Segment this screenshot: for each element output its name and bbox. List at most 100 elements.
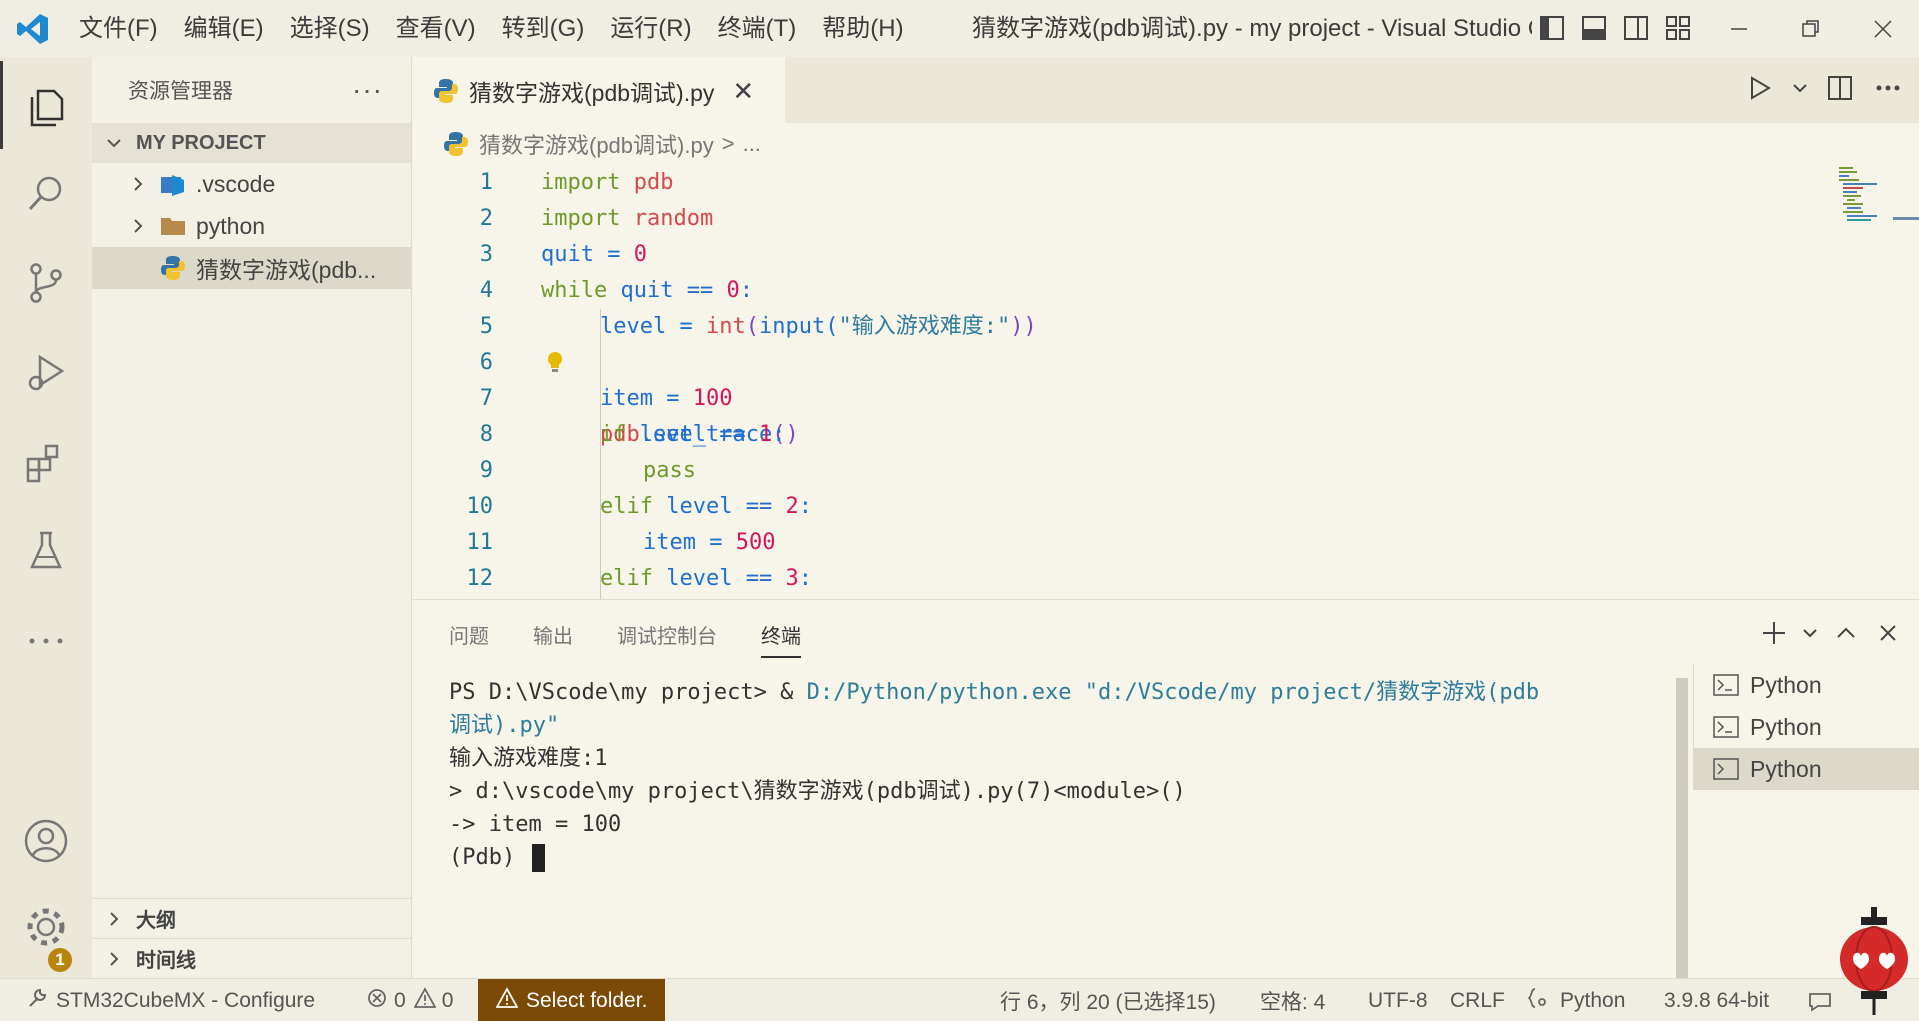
code-line: 4 while quit == 0:	[479, 278, 753, 303]
terminal-instance[interactable]: Python	[1694, 706, 1919, 748]
tree-item-game-file[interactable]: 猜数字游戏(pdb...	[92, 247, 411, 289]
menu-view[interactable]: 查看(V)	[383, 0, 489, 57]
terminal-scrollbar[interactable]	[1676, 678, 1688, 978]
toggle-panel-icon[interactable]	[1578, 12, 1610, 44]
terminal-icon	[1712, 672, 1740, 698]
menu-selection[interactable]: 选择(S)	[277, 0, 383, 57]
status-bar: STM32CubeMX - Configure 0 0 Select folde…	[0, 978, 1919, 1021]
terminal-icon	[1712, 756, 1740, 782]
code-line: 1 import pdb	[479, 170, 674, 195]
menu-terminal[interactable]: 终端(T)	[705, 0, 810, 57]
terminal-instance[interactable]: Python	[1694, 664, 1919, 706]
tab-terminal[interactable]: 终端	[761, 622, 801, 658]
search-icon[interactable]	[0, 149, 92, 237]
terminal-line: PS D:\VScode\my project> & D:/Python/pyt…	[449, 680, 1540, 705]
terminal-dropdown-icon[interactable]	[1801, 618, 1819, 648]
close-tab-icon[interactable]: ✕	[732, 76, 754, 107]
minimap[interactable]	[1837, 165, 1893, 225]
extensions-icon[interactable]	[0, 419, 92, 507]
run-debug-icon[interactable]	[0, 329, 92, 417]
close-panel-icon[interactable]	[1873, 618, 1903, 648]
terminal-prompt-line: (Pdb)	[449, 841, 1729, 874]
menu-help[interactable]: 帮助(H)	[809, 0, 916, 57]
tree-item-python[interactable]: python	[92, 205, 411, 247]
stm32-configure[interactable]: STM32CubeMX - Configure	[26, 979, 315, 1021]
warning-icon	[413, 986, 437, 1015]
code-line: 7 item = 100	[479, 386, 733, 411]
minimize-icon[interactable]	[1703, 0, 1775, 57]
folder-icon	[160, 213, 186, 239]
problems-status[interactable]: 0 0	[366, 979, 453, 1021]
encoding-status[interactable]: UTF-8	[1368, 979, 1428, 1021]
wrench-icon	[26, 987, 48, 1015]
python-interpreter[interactable]: 3.9.8 64-bit	[1664, 979, 1769, 1021]
manage-badge: 1	[46, 946, 74, 974]
explorer-icon[interactable]	[0, 61, 92, 149]
terminal-icon	[1712, 714, 1740, 740]
code-line: 2 import random	[479, 206, 714, 231]
chevron-right-icon	[102, 911, 126, 927]
terminal-line: 输入游戏难度:1	[449, 746, 608, 771]
title-bar: 文件(F) 编辑(E) 选择(S) 查看(V) 转到(G) 运行(R) 终端(T…	[0, 0, 1919, 57]
outline-section[interactable]: 大纲	[92, 898, 412, 938]
tab-output[interactable]: 输出	[533, 622, 573, 658]
minimap-slider[interactable]	[1893, 217, 1919, 220]
feedback-icon[interactable]	[1808, 979, 1832, 1021]
code-line: 6 pdb.set_trace()	[479, 350, 799, 447]
editor-tab[interactable]: 猜数字游戏(pdb调试).py ✕	[413, 57, 785, 123]
source-control-icon[interactable]	[0, 239, 92, 327]
menu-edit[interactable]: 编辑(E)	[171, 0, 277, 57]
terminal-list: Python Python Python	[1693, 664, 1919, 790]
breadcrumb-file[interactable]: 猜数字游戏(pdb调试).py	[479, 128, 714, 160]
timeline-section[interactable]: 时间线	[92, 938, 412, 978]
code-line: 10 elif level == 2:	[466, 494, 812, 519]
language-mode[interactable]: Python	[1527, 979, 1625, 1021]
menu-bar: 文件(F) 编辑(E) 选择(S) 查看(V) 转到(G) 运行(R) 终端(T…	[66, 0, 917, 57]
tree-item-vscode[interactable]: .vscode	[92, 163, 411, 205]
toggle-sidebar-icon[interactable]	[1536, 12, 1568, 44]
indent-guide	[600, 453, 601, 489]
terminal-instance-active[interactable]: Python	[1694, 748, 1919, 790]
restore-icon[interactable]	[1775, 0, 1847, 57]
project-section-header[interactable]: MY PROJECT	[92, 123, 411, 163]
split-editor-icon[interactable]	[1823, 71, 1857, 105]
explorer-more-icon[interactable]: ···	[352, 74, 383, 106]
python-file-icon	[443, 131, 469, 157]
explorer-title: 资源管理器	[128, 80, 233, 103]
editor-tab-bar: 猜数字游戏(pdb调试).py ✕	[413, 57, 1919, 123]
code-line: 9 pass	[479, 458, 696, 483]
maximize-panel-icon[interactable]	[1831, 618, 1861, 648]
vscode-folder-icon	[160, 171, 186, 197]
tab-problems[interactable]: 问题	[449, 622, 489, 658]
new-terminal-icon[interactable]	[1759, 618, 1789, 648]
terminal-output[interactable]: PS D:\VScode\my project> & D:/Python/pyt…	[449, 676, 1729, 874]
explorer-sidebar: 资源管理器 ··· MY PROJECT .vscode python 猜数字游…	[92, 57, 412, 978]
run-dropdown-chevron-icon[interactable]	[1791, 71, 1809, 105]
menu-go[interactable]: 转到(G)	[489, 0, 598, 57]
select-folder-button[interactable]: Select folder.	[478, 979, 666, 1021]
run-file-icon[interactable]	[1743, 71, 1777, 105]
toggle-secondary-sidebar-icon[interactable]	[1620, 12, 1652, 44]
more-actions-icon[interactable]	[1871, 71, 1905, 105]
tab-debug-console[interactable]: 调试控制台	[617, 622, 717, 658]
terminal-line: 调试).py"	[449, 713, 560, 738]
menu-run[interactable]: 运行(R)	[597, 0, 704, 57]
testing-flask-icon[interactable]	[0, 507, 92, 595]
error-icon	[366, 987, 388, 1015]
python-file-icon	[160, 255, 186, 281]
more-views-icon[interactable]	[0, 597, 92, 685]
indentation-status[interactable]: 空格: 4	[1260, 979, 1325, 1021]
breadcrumb-symbols[interactable]: ...	[743, 131, 761, 157]
customize-layout-icon[interactable]	[1662, 12, 1694, 44]
accounts-icon[interactable]	[0, 797, 92, 885]
code-line: 5 level = int(input("输入游戏难度:"))	[479, 314, 1037, 339]
code-editor[interactable]: 1 import pdb 2 import random 3 quit = 0 4 wh…	[413, 165, 1919, 599]
breadcrumb: 猜数字游戏(pdb调试).py > ...	[413, 123, 1919, 165]
menu-file[interactable]: 文件(F)	[66, 0, 171, 57]
terminal-line: > d:\vscode\my project\猜数字游戏(pdb调试).py(7…	[449, 779, 1186, 804]
cursor-position[interactable]: 行 6，列 20 (已选择15)	[1000, 979, 1216, 1021]
eol-status[interactable]: CRLF	[1450, 979, 1505, 1021]
chevron-right-icon	[126, 176, 150, 192]
vscode-logo-icon	[0, 0, 66, 57]
close-window-icon[interactable]	[1847, 0, 1919, 57]
